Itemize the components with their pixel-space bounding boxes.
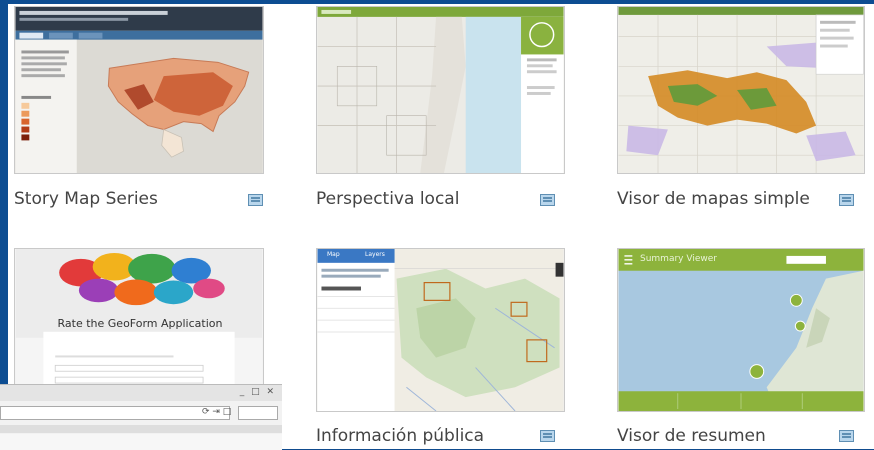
template-title[interactable]: Información pública — [316, 426, 484, 446]
informacion-publica-thumbnail[interactable]: Map Layers — [316, 248, 565, 412]
summary-viewer-header: Summary Viewer — [640, 254, 717, 264]
map-tab[interactable]: Map — [327, 251, 340, 258]
refresh-icon[interactable]: ⟳ ⇥ □ — [202, 407, 231, 417]
template-card-informacion-publica[interactable]: Map Layers Información pública — [316, 248, 566, 448]
blue-frame-top — [0, 0, 874, 4]
blue-frame-left — [0, 0, 8, 449]
tab-bar — [0, 425, 282, 433]
favorites-bar — [0, 434, 282, 450]
window-controls[interactable]: _ □ ✕ — [240, 387, 276, 397]
template-info-icon[interactable] — [540, 194, 555, 206]
perspectiva-local-thumbnail[interactable] — [316, 6, 565, 174]
layers-tab[interactable]: Layers — [365, 251, 385, 258]
address-bar[interactable] — [0, 406, 230, 420]
template-card-visor-de-resumen[interactable]: Summary Viewer Visor de resumen — [617, 248, 867, 448]
template-card-visor-de-mapas-simple[interactable]: Visor de mapas simple — [617, 6, 867, 220]
template-title[interactable]: Visor de resumen — [617, 426, 766, 446]
story-map-image — [15, 7, 263, 173]
template-card-geoform[interactable]: Rate the GeoForm Application — [14, 248, 266, 388]
template-card-story-map-series[interactable]: Story Map Series — [14, 6, 266, 220]
browser-window-fragment[interactable]: _ □ ✕ ⟳ ⇥ □ — [0, 384, 282, 450]
template-info-icon[interactable] — [540, 430, 555, 442]
template-title[interactable]: Perspectiva local — [316, 189, 459, 209]
search-box[interactable] — [238, 406, 278, 420]
template-title[interactable]: Story Map Series — [14, 189, 158, 209]
template-info-icon[interactable] — [248, 194, 263, 206]
template-title[interactable]: Visor de mapas simple — [617, 189, 810, 209]
visor-resumen-image — [618, 249, 864, 411]
visor-mapas-simple-image — [618, 7, 864, 173]
story-map-thumbnail[interactable] — [14, 6, 264, 174]
template-card-perspectiva-local[interactable]: Perspectiva local — [316, 6, 566, 220]
template-gallery: Story Map Series Perspectiva local Visor… — [0, 0, 874, 450]
visor-mapas-simple-thumbnail[interactable] — [617, 6, 865, 174]
geoform-thumbnail[interactable]: Rate the GeoForm Application — [14, 248, 264, 388]
perspectiva-local-image — [317, 7, 564, 173]
geoform-heading: Rate the GeoForm Application — [57, 317, 223, 330]
visor-resumen-thumbnail[interactable]: Summary Viewer — [617, 248, 865, 412]
informacion-publica-image — [317, 249, 564, 411]
template-info-icon[interactable] — [839, 194, 854, 206]
template-info-icon[interactable] — [839, 430, 854, 442]
